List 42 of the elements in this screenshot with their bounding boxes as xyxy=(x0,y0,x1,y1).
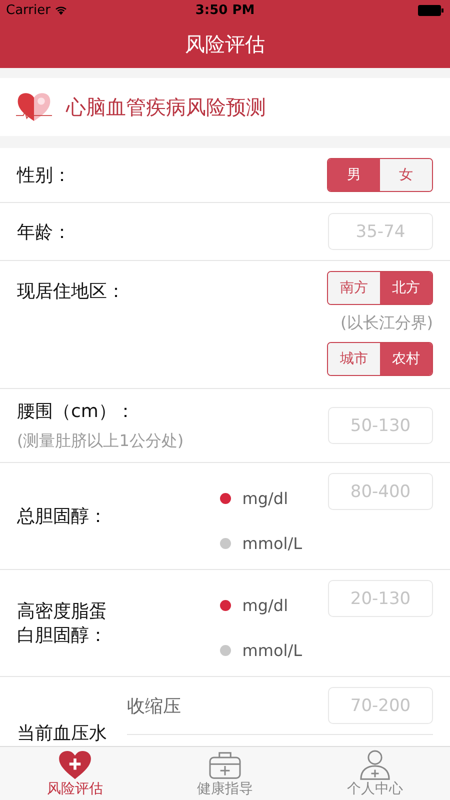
field-label: 年龄： xyxy=(17,220,71,244)
segment-option[interactable]: 北方 xyxy=(380,272,432,304)
screen-title: 风险评估 xyxy=(185,30,265,58)
input-field[interactable]: 80-400 xyxy=(328,473,433,510)
field-label: 总胆固醇： xyxy=(17,505,108,528)
section-title: 心脑血管疾病风险预测 xyxy=(66,94,266,120)
field-label: 现居住地区： xyxy=(17,280,125,303)
segment-option[interactable]: 女 xyxy=(380,159,432,191)
radio-dot[interactable] xyxy=(220,538,232,549)
unit-label: mmol/L xyxy=(242,534,302,553)
field-label: 高密度脂蛋白胆固醇： xyxy=(17,600,108,647)
input-field[interactable]: 50-130 xyxy=(328,407,433,444)
unit-label: mg/dl xyxy=(242,596,288,615)
input-field[interactable]: 20-130 xyxy=(328,580,433,617)
unit-label: mg/dl xyxy=(242,489,288,508)
radio-dot[interactable] xyxy=(220,600,232,611)
radio-dot[interactable] xyxy=(220,645,232,656)
heart-icon xyxy=(16,92,52,122)
field-label: 腰围（cm）： xyxy=(17,400,136,423)
tab-item[interactable]: 风险评估 xyxy=(25,747,125,800)
wifi-icon xyxy=(54,4,68,16)
hint-text: (测量肚脐以上1公分处) xyxy=(17,431,184,452)
input-field[interactable]: 70-200 xyxy=(328,687,433,724)
input-field[interactable]: 35-74 xyxy=(328,213,433,250)
segment-option[interactable]: 农村 xyxy=(380,343,432,375)
field-label: 性别： xyxy=(17,164,71,187)
hint-text: (以长江分界) xyxy=(340,313,433,334)
unit-label: mmol/L xyxy=(242,641,302,660)
segment-option[interactable]: 城市 xyxy=(328,343,380,375)
status-time: 3:50 PM xyxy=(195,2,255,18)
heart-plus-icon xyxy=(58,750,92,780)
carrier-label: Carrier xyxy=(6,2,50,18)
person-icon xyxy=(358,750,392,780)
field-label: 收缩压 xyxy=(127,694,181,718)
field-label: 当前血压水 xyxy=(17,722,108,745)
tab-item[interactable]: 个人中心 xyxy=(325,747,425,800)
medical-case-icon xyxy=(208,750,242,780)
segment-option[interactable]: 南方 xyxy=(328,272,380,304)
segment-option[interactable]: 男 xyxy=(328,159,380,191)
battery-icon xyxy=(418,4,444,16)
radio-dot[interactable] xyxy=(220,493,232,504)
tab-item[interactable]: 健康指导 xyxy=(175,747,275,800)
